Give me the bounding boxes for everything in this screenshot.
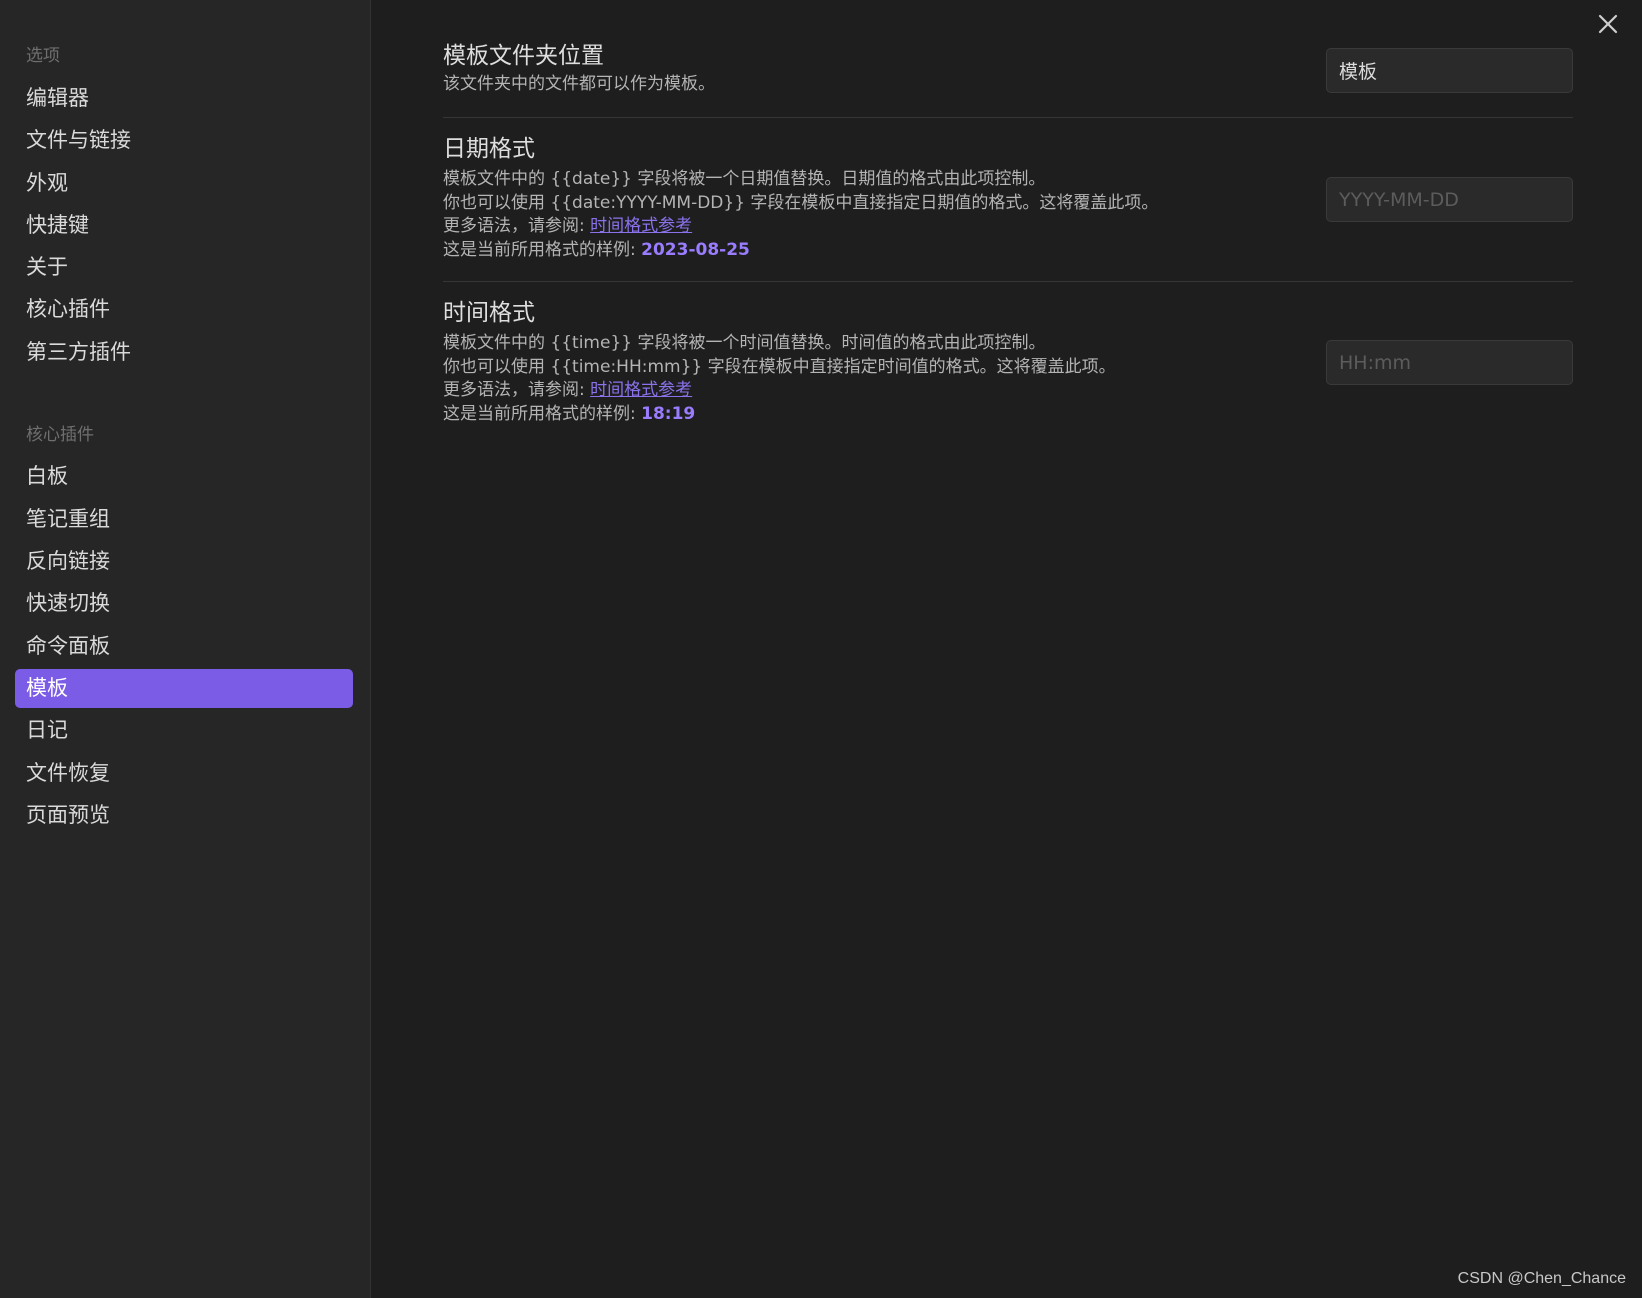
settings-sidebar: 选项 编辑器 文件与链接 外观 快捷键 关于 核心插件 第三方插件 核心插件 白… — [0, 0, 371, 1298]
example-prefix: 这是当前所用格式的样例: — [443, 239, 642, 260]
sidebar-item-note-composer[interactable]: 笔记重组 — [15, 500, 353, 539]
core-plugins-heading: 核心插件 — [26, 425, 94, 445]
sidebar-item-canvas[interactable]: 白板 — [15, 457, 353, 496]
sidebar-item-templates[interactable]: 模板 — [15, 669, 353, 708]
example-line: 这是当前所用格式的样例: 18:19 — [443, 403, 1573, 427]
sidebar-item-community-plugins[interactable]: 第三方插件 — [15, 333, 353, 372]
sidebar-item-page-preview[interactable]: 页面预览 — [15, 796, 353, 835]
time-format-reference-link[interactable]: 时间格式参考 — [590, 380, 692, 400]
more-syntax-prefix: 更多语法，请参阅: — [443, 380, 591, 400]
sidebar-item-about[interactable]: 关于 — [15, 248, 353, 287]
divider — [443, 117, 1573, 118]
sidebar-item-files-links[interactable]: 文件与链接 — [15, 121, 353, 160]
date-format-input[interactable] — [1326, 177, 1573, 222]
sidebar-item-daily-notes[interactable]: 日记 — [15, 711, 353, 750]
sidebar-item-hotkeys[interactable]: 快捷键 — [15, 206, 353, 245]
divider — [443, 281, 1573, 282]
sidebar-item-core-plugins[interactable]: 核心插件 — [15, 290, 353, 329]
sidebar-item-command-palette[interactable]: 命令面板 — [15, 627, 353, 666]
setting-title: 日期格式 — [443, 136, 535, 162]
settings-window: 选项 编辑器 文件与链接 外观 快捷键 关于 核心插件 第三方插件 核心插件 白… — [0, 0, 1642, 1298]
more-syntax-prefix: 更多语法，请参阅: — [443, 216, 591, 236]
time-example-value: 18:19 — [641, 403, 696, 424]
date-example-value: 2023-08-25 — [641, 239, 750, 260]
example-prefix: 这是当前所用格式的样例: — [443, 403, 642, 424]
sidebar-item-backlinks[interactable]: 反向链接 — [15, 542, 353, 581]
close-button[interactable] — [1594, 10, 1622, 38]
sidebar-item-file-recovery[interactable]: 文件恢复 — [15, 754, 353, 793]
template-folder-input[interactable] — [1326, 48, 1573, 93]
setting-title: 时间格式 — [443, 300, 535, 326]
options-heading: 选项 — [26, 46, 60, 66]
time-format-input[interactable] — [1326, 340, 1573, 385]
sidebar-item-appearance[interactable]: 外观 — [15, 164, 353, 203]
close-icon — [1598, 14, 1618, 34]
sidebar-item-quick-switcher[interactable]: 快速切换 — [15, 584, 353, 623]
watermark: CSDN @Chen_Chance — [1457, 1270, 1626, 1287]
date-format-reference-link[interactable]: 时间格式参考 — [590, 216, 692, 236]
sidebar-item-editor[interactable]: 编辑器 — [15, 79, 353, 118]
example-line: 这是当前所用格式的样例: 2023-08-25 — [443, 239, 1573, 263]
